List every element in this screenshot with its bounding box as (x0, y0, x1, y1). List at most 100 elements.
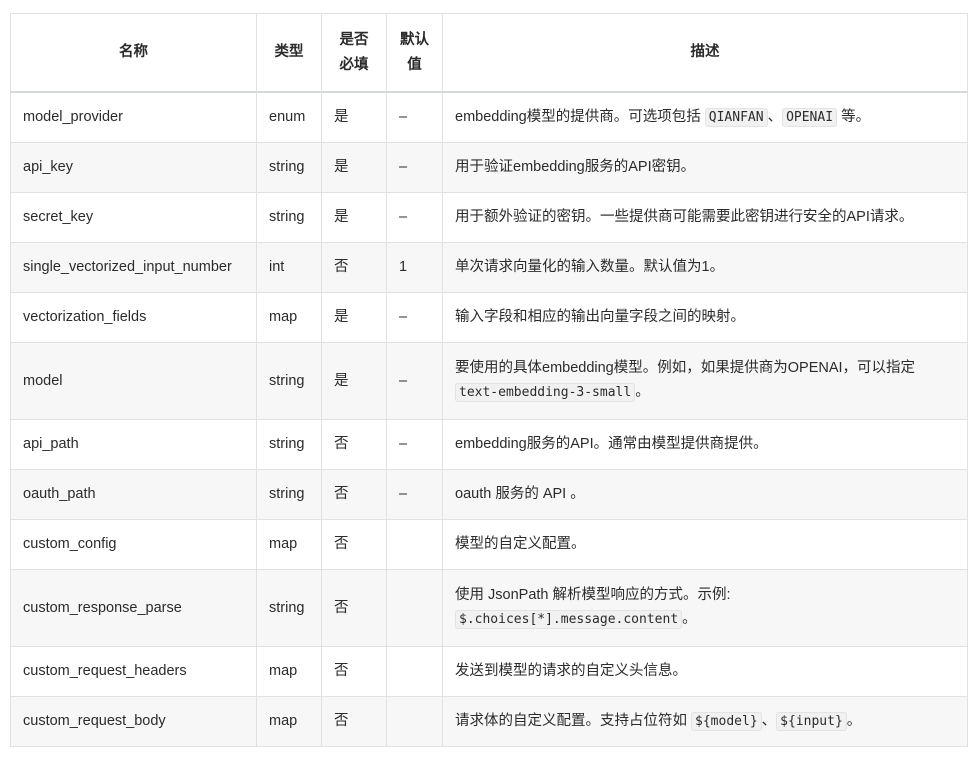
cell-name: model (11, 342, 257, 419)
params-table-wrapper: 名称 类型 是否 必填 默认 值 描述 model_providerenum是–… (10, 13, 968, 747)
table-row: api_pathstring否–embedding服务的API。通常由模型提供商… (11, 419, 968, 469)
description-text: 等。 (837, 109, 870, 125)
cell-required: 是 (322, 142, 387, 192)
cell-required: 否 (322, 519, 387, 569)
table-row: model_providerenum是–embedding模型的提供商。可选项包… (11, 92, 968, 142)
table-row: single_vectorized_input_numberint否1 单次请求向… (11, 242, 968, 292)
cell-default: 1 (387, 242, 443, 292)
cell-type: int (257, 242, 322, 292)
cell-type: string (257, 342, 322, 419)
cell-type: map (257, 519, 322, 569)
table-row: custom_request_headersmap否 发送到模型的请求的自定义头信… (11, 646, 968, 696)
cell-description: 请求体的自定义配置。支持占位符如 ${model}、${input}。 (443, 696, 968, 746)
cell-default: – (387, 292, 443, 342)
cell-default (387, 696, 443, 746)
inline-code: OPENAI (782, 108, 837, 127)
table-row: modelstring是–要使用的具体embedding模型。例如，如果提供商为… (11, 342, 968, 419)
header-default-line2: 值 (407, 57, 422, 73)
cell-type: string (257, 569, 322, 646)
cell-description: embedding服务的API。通常由模型提供商提供。 (443, 419, 968, 469)
cell-name: oauth_path (11, 469, 257, 519)
cell-type: string (257, 142, 322, 192)
table-row: secret_keystring是–用于额外验证的密钥。一些提供商可能需要此密钥… (11, 192, 968, 242)
cell-name: custom_request_headers (11, 646, 257, 696)
description-text: 用于额外验证的密钥。一些提供商可能需要此密钥进行安全的API请求。 (455, 209, 913, 225)
inline-code: ${model} (691, 712, 762, 731)
cell-name: custom_response_parse (11, 569, 257, 646)
inline-code: text-embedding-3-small (455, 383, 635, 402)
cell-name: single_vectorized_input_number (11, 242, 257, 292)
cell-description: 输入字段和相应的输出向量字段之间的映射。 (443, 292, 968, 342)
cell-description: 使用 JsonPath 解析模型响应的方式。示例: $.choices[*].m… (443, 569, 968, 646)
table-row: custom_request_bodymap否请求体的自定义配置。支持占位符如 … (11, 696, 968, 746)
cell-default (387, 646, 443, 696)
cell-type: map (257, 292, 322, 342)
cell-required: 否 (322, 242, 387, 292)
table-header: 名称 类型 是否 必填 默认 值 描述 (11, 14, 968, 93)
cell-default (387, 569, 443, 646)
cell-name: custom_config (11, 519, 257, 569)
cell-required: 否 (322, 469, 387, 519)
cell-description: 用于验证embedding服务的API密钥。 (443, 142, 968, 192)
description-text: 、 (768, 109, 783, 125)
description-text: 输入字段和相应的输出向量字段之间的映射。 (455, 309, 745, 325)
description-text: 模型的自定义配置。 (455, 536, 586, 552)
cell-type: map (257, 646, 322, 696)
cell-type: enum (257, 92, 322, 142)
cell-required: 否 (322, 569, 387, 646)
table-row: custom_configmap否 模型的自定义配置。 (11, 519, 968, 569)
table-row: custom_response_parsestring否使用 JsonPath … (11, 569, 968, 646)
inline-code: $.choices[*].message.content (455, 610, 682, 629)
inline-code: QIANFAN (705, 108, 768, 127)
description-text: embedding服务的API。通常由模型提供商提供。 (455, 436, 768, 452)
cell-description: 单次请求向量化的输入数量。默认值为1。 (443, 242, 968, 292)
table-body: model_providerenum是–embedding模型的提供商。可选项包… (11, 92, 968, 746)
description-text: 用于验证embedding服务的API密钥。 (455, 159, 695, 175)
cell-required: 是 (322, 192, 387, 242)
cell-description: 用于额外验证的密钥。一些提供商可能需要此密钥进行安全的API请求。 (443, 192, 968, 242)
cell-name: api_path (11, 419, 257, 469)
cell-description: 模型的自定义配置。 (443, 519, 968, 569)
table-row: api_keystring是–用于验证embedding服务的API密钥。 (11, 142, 968, 192)
description-text: 发送到模型的请求的自定义头信息。 (455, 663, 687, 679)
header-row: 名称 类型 是否 必填 默认 值 描述 (11, 14, 968, 93)
cell-type: map (257, 696, 322, 746)
table-row: oauth_pathstring否–oauth 服务的 API 。 (11, 469, 968, 519)
header-required-line1: 是否 (340, 32, 369, 48)
cell-required: 是 (322, 92, 387, 142)
header-default-line1: 默认 (400, 32, 429, 48)
cell-name: vectorization_fields (11, 292, 257, 342)
description-text: 。 (635, 384, 650, 400)
cell-default: – (387, 419, 443, 469)
header-required: 是否 必填 (322, 14, 387, 93)
header-required-line2: 必填 (340, 57, 369, 73)
cell-default: – (387, 469, 443, 519)
description-text: 。 (847, 713, 862, 729)
cell-description: oauth 服务的 API 。 (443, 469, 968, 519)
cell-description: 发送到模型的请求的自定义头信息。 (443, 646, 968, 696)
header-description: 描述 (443, 14, 968, 93)
cell-required: 是 (322, 342, 387, 419)
cell-type: string (257, 419, 322, 469)
cell-default: – (387, 92, 443, 142)
header-type: 类型 (257, 14, 322, 93)
cell-default: – (387, 142, 443, 192)
cell-default: – (387, 192, 443, 242)
cell-required: 否 (322, 419, 387, 469)
table-row: vectorization_fieldsmap是–输入字段和相应的输出向量字段之… (11, 292, 968, 342)
params-table: 名称 类型 是否 必填 默认 值 描述 model_providerenum是–… (10, 13, 968, 747)
description-text: 单次请求向量化的输入数量。默认值为1。 (455, 259, 724, 275)
cell-description: 要使用的具体embedding模型。例如，如果提供商为OPENAI，可以指定 t… (443, 342, 968, 419)
description-text: 请求体的自定义配置。支持占位符如 (455, 713, 691, 729)
cell-name: api_key (11, 142, 257, 192)
cell-name: custom_request_body (11, 696, 257, 746)
description-text: embedding模型的提供商。可选项包括 (455, 109, 705, 125)
cell-default (387, 519, 443, 569)
cell-required: 是 (322, 292, 387, 342)
cell-name: model_provider (11, 92, 257, 142)
cell-type: string (257, 192, 322, 242)
description-text: 要使用的具体embedding模型。例如，如果提供商为OPENAI，可以指定 (455, 360, 915, 376)
description-text: 使用 JsonPath 解析模型响应的方式。示例: (455, 587, 731, 603)
description-text: 。 (682, 611, 697, 627)
cell-required: 否 (322, 646, 387, 696)
